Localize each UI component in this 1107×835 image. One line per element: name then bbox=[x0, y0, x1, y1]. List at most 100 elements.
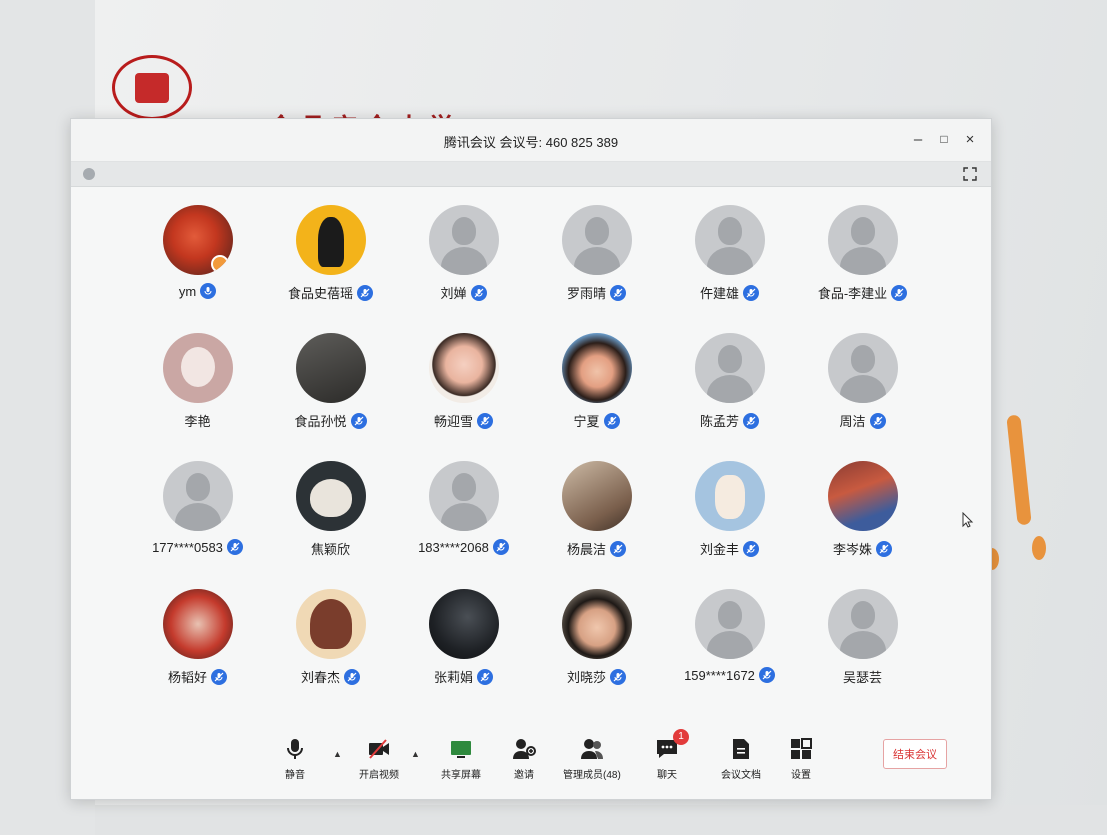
participant-tile[interactable]: 宁夏 bbox=[530, 333, 663, 461]
participant-tile[interactable]: 焦颖欣 bbox=[264, 461, 397, 589]
participant-name-row: 159****1672 bbox=[684, 667, 775, 683]
mute-button[interactable]: 静音 bbox=[283, 737, 307, 781]
participant-tile[interactable]: 张莉娟 bbox=[397, 589, 530, 717]
microphone-muted-icon bbox=[477, 412, 493, 429]
participant-avatar bbox=[561, 333, 632, 403]
share-screen-label: 共享屏幕 bbox=[441, 770, 481, 781]
background-bottom bbox=[95, 805, 1107, 835]
microphone-muted-icon bbox=[743, 284, 759, 301]
settings-button[interactable]: 设置 bbox=[789, 737, 813, 781]
window-controls: – □ × bbox=[907, 127, 981, 151]
microphone-muted-icon bbox=[226, 539, 243, 555]
add-user-icon bbox=[513, 739, 536, 759]
invite-button[interactable]: 邀请 bbox=[512, 737, 536, 781]
maximize-icon: □ bbox=[940, 132, 948, 146]
meeting-toolbar: 静音 ▲ 开启视频 ▲ 共享屏幕 邀请 管理成员(48) 1 聊天 会议文档 设… bbox=[71, 727, 991, 799]
participant-tile[interactable]: 罗雨晴 bbox=[530, 205, 663, 333]
participant-tile[interactable]: 刘春杰 bbox=[264, 589, 397, 717]
video-options-chevron-up-icon[interactable]: ▲ bbox=[411, 749, 420, 759]
participant-tile[interactable]: ym bbox=[131, 205, 264, 333]
participant-avatar bbox=[295, 333, 366, 403]
microphone-muted-icon bbox=[211, 668, 227, 685]
participant-name: 食品史蓓瑶 bbox=[287, 286, 353, 301]
close-button[interactable]: × bbox=[959, 127, 981, 151]
meeting-window: 腾讯会议 会议号: 460 825 389 – □ × ym 食品史蓓瑶 刘婵 罗雨晴… bbox=[70, 118, 992, 800]
window-title: 腾讯会议 会议号: 460 825 389 bbox=[443, 135, 619, 150]
participant-tile[interactable]: 李艳 bbox=[131, 333, 264, 461]
participant-name-row: 陈孟芳 bbox=[700, 411, 759, 430]
participant-tile[interactable]: 杨韬好 bbox=[131, 589, 264, 717]
mute-label: 静音 bbox=[285, 770, 305, 781]
end-meeting-button[interactable]: 结束会议 bbox=[883, 739, 947, 769]
participant-tile[interactable]: 159****1672 bbox=[663, 589, 796, 717]
participant-name: 刘金丰 bbox=[699, 542, 739, 557]
participant-tile[interactable]: 食品孙悦 bbox=[264, 333, 397, 461]
participant-avatar bbox=[162, 461, 233, 531]
participant-avatar bbox=[295, 205, 366, 275]
participant-name: 仵建雄 bbox=[699, 286, 739, 301]
participant-tile[interactable]: 刘晓莎 bbox=[530, 589, 663, 717]
university-emblem-logo bbox=[112, 55, 192, 120]
participant-avatar bbox=[295, 461, 366, 531]
participant-name: 罗雨晴 bbox=[566, 286, 606, 301]
participant-name-row: 李岑姝 bbox=[833, 539, 892, 558]
participant-tile[interactable]: 周洁 bbox=[796, 333, 929, 461]
participant-tile[interactable]: 183****2068 bbox=[397, 461, 530, 589]
participant-name-row: 宁夏 bbox=[573, 411, 620, 430]
participant-name-row: 刘金丰 bbox=[700, 539, 759, 558]
audio-options-chevron-up-icon[interactable]: ▲ bbox=[333, 749, 342, 759]
participant-name-row: 周洁 bbox=[839, 411, 886, 430]
participant-tile[interactable]: 刘金丰 bbox=[663, 461, 796, 589]
participant-name: 刘晓莎 bbox=[566, 670, 606, 685]
microphone-muted-icon bbox=[743, 412, 759, 429]
microphone-muted-icon bbox=[758, 667, 775, 683]
participant-name-row: 杨韬好 bbox=[168, 667, 227, 686]
participant-tile[interactable]: 食品史蓓瑶 bbox=[264, 205, 397, 333]
participant-tile[interactable]: 陈孟芳 bbox=[663, 333, 796, 461]
participant-tile[interactable]: 177****0583 bbox=[131, 461, 264, 589]
participant-tile[interactable]: 食品-李建业 bbox=[796, 205, 929, 333]
participant-name-row: 刘晓莎 bbox=[567, 667, 626, 686]
background-decoration-dot bbox=[1032, 536, 1046, 560]
share-screen-icon bbox=[451, 741, 471, 758]
participant-name: 宁夏 bbox=[573, 414, 600, 429]
chat-icon: 1 bbox=[655, 729, 689, 761]
participant-tile[interactable]: 仵建雄 bbox=[663, 205, 796, 333]
participant-avatar bbox=[295, 589, 366, 659]
participant-name: 159****1672 bbox=[684, 667, 755, 683]
participant-tile[interactable]: 畅迎雪 bbox=[397, 333, 530, 461]
participant-avatar bbox=[162, 205, 233, 275]
participant-tile[interactable]: 吴瑟芸 bbox=[796, 589, 929, 717]
participant-tile[interactable]: 李岑姝 bbox=[796, 461, 929, 589]
participant-name: 杨晨洁 bbox=[566, 542, 606, 557]
manage-members-label: 管理成员(48) bbox=[563, 770, 621, 781]
participant-name-row: 食品孙悦 bbox=[294, 411, 367, 430]
meeting-docs-button[interactable]: 会议文档 bbox=[721, 737, 761, 781]
meeting-docs-label: 会议文档 bbox=[721, 770, 761, 781]
participant-avatar bbox=[561, 589, 632, 659]
microphone-muted-icon bbox=[610, 540, 626, 557]
participant-name-row: 食品史蓓瑶 bbox=[288, 283, 373, 302]
info-icon[interactable] bbox=[83, 168, 95, 180]
participant-name-row: 杨晨洁 bbox=[567, 539, 626, 558]
participant-name-row: 刘春杰 bbox=[301, 667, 360, 686]
participant-avatar bbox=[561, 205, 632, 275]
microphone-muted-icon bbox=[477, 668, 493, 685]
share-screen-button[interactable]: 共享屏幕 bbox=[441, 737, 481, 781]
participant-tile[interactable]: 刘婵 bbox=[397, 205, 530, 333]
participant-tile[interactable]: 杨晨洁 bbox=[530, 461, 663, 589]
chat-unread-badge: 1 bbox=[673, 729, 689, 745]
manage-members-button[interactable]: 管理成员(48) bbox=[563, 737, 621, 781]
start-video-button[interactable]: 开启视频 bbox=[359, 737, 399, 781]
participant-avatar bbox=[428, 205, 499, 275]
title-bar[interactable]: 腾讯会议 会议号: 460 825 389 – □ × bbox=[71, 119, 991, 162]
chat-button[interactable]: 1 聊天 bbox=[655, 729, 689, 781]
participant-avatar bbox=[162, 589, 233, 659]
maximize-button[interactable]: □ bbox=[933, 127, 955, 151]
microphone-muted-icon bbox=[603, 412, 620, 429]
participant-avatar bbox=[694, 333, 765, 403]
microphone-muted-icon bbox=[743, 540, 759, 557]
participant-name-row: 罗雨晴 bbox=[567, 283, 626, 302]
fullscreen-icon[interactable] bbox=[963, 167, 977, 181]
minimize-button[interactable]: – bbox=[907, 127, 929, 151]
